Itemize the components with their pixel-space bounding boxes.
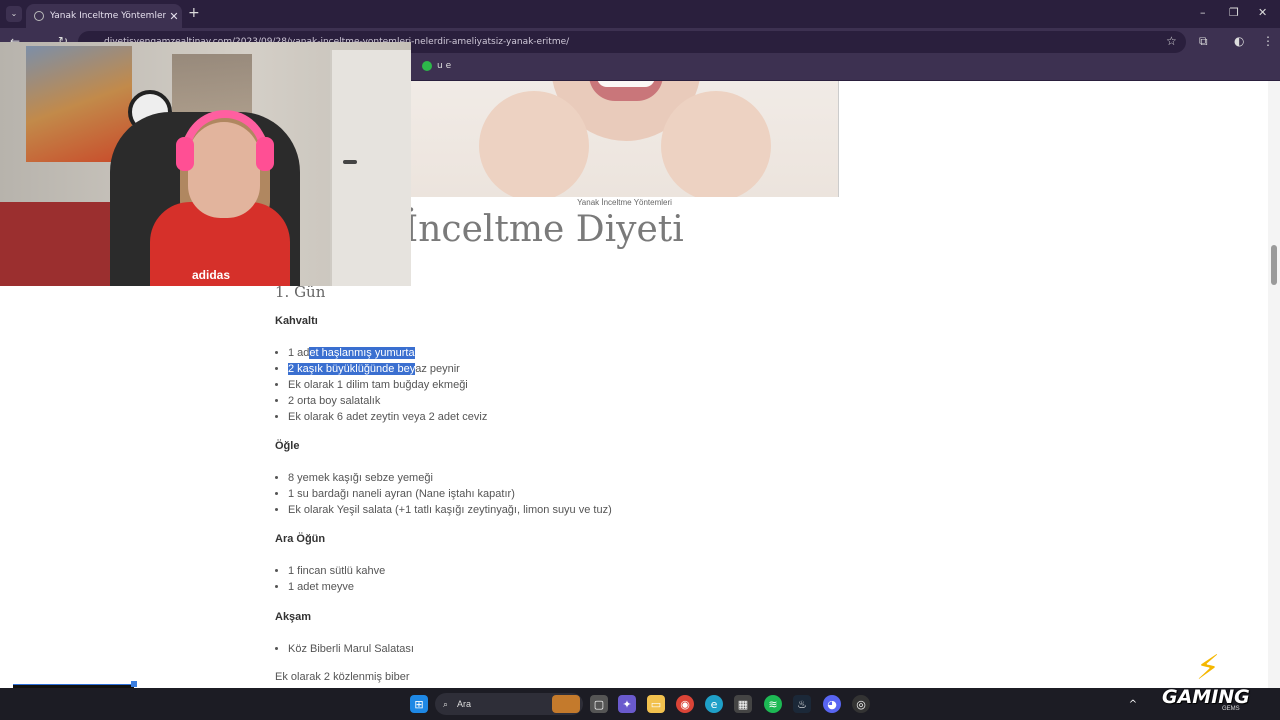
- maximize-icon[interactable]: ❐: [1229, 6, 1239, 19]
- tab-bar: ⌄ Yanak İnceltme Yöntemleri Nele ✕ + – ❐…: [0, 0, 1280, 28]
- list-item: Ek olarak 6 adet zeytin veya 2 adet cevi…: [288, 409, 487, 425]
- headset-ear-right: [256, 137, 274, 171]
- store-icon[interactable]: ▦: [734, 695, 752, 713]
- discord-icon[interactable]: ◕: [823, 695, 841, 713]
- preview-marker: [131, 681, 137, 687]
- list-item: 1 su bardağı naneli ayran (Nane iştahı k…: [288, 486, 612, 502]
- list-item: 1 adet haşlanmış yumurta: [288, 345, 487, 361]
- snack-list: 1 fincan sütlü kahve 1 adet meyve: [275, 563, 385, 595]
- right-hand-graphic: [661, 91, 771, 197]
- windows-start-icon[interactable]: ⊞: [410, 695, 428, 713]
- left-hand-graphic: [479, 91, 589, 197]
- list-item: 1 adet meyve: [288, 579, 385, 595]
- copilot-icon[interactable]: ✦: [618, 695, 636, 713]
- close-tab-icon[interactable]: ✕: [166, 10, 182, 23]
- paragraph: Ek olarak 2 közlenmiş biber: [275, 671, 410, 683]
- obs-icon[interactable]: ◎: [852, 695, 870, 713]
- gaming-logo-subtext: GEMS: [1222, 706, 1240, 712]
- tab-title: Yanak İnceltme Yöntemleri Nele: [50, 11, 166, 21]
- close-window-icon[interactable]: ✕: [1258, 6, 1267, 19]
- article-image: [411, 81, 839, 197]
- search-icon: ⌕: [443, 699, 449, 709]
- search-label: Ara: [457, 699, 472, 709]
- gaming-logo-text: GAMING: [1162, 686, 1250, 708]
- edge-icon[interactable]: e: [705, 695, 723, 713]
- article-heading: İnceltme Diyeti: [404, 209, 684, 250]
- list-item: 1 fincan sütlü kahve: [288, 563, 385, 579]
- list-item: 8 yemek kaşığı sebze yemeği: [288, 470, 612, 486]
- new-tab-icon[interactable]: +: [188, 5, 200, 21]
- browser-tab[interactable]: Yanak İnceltme Yöntemleri Nele ✕: [26, 4, 182, 28]
- scroll-thumb[interactable]: [1271, 245, 1277, 285]
- image-caption: Yanak İnceltme Yöntemleri: [577, 198, 672, 207]
- task-view-icon[interactable]: ▢: [590, 695, 608, 713]
- headset-ear-left: [176, 137, 194, 171]
- tab-search-icon[interactable]: ⌄: [6, 6, 22, 22]
- list-item: Ek olarak 1 dilim tam buğday ekmeği: [288, 377, 487, 393]
- chrome-icon[interactable]: ◉: [676, 695, 694, 713]
- list-item: 2 kaşık büyüklüğünde beyaz peynir: [288, 361, 487, 377]
- section-title-breakfast: Kahvaltı: [275, 315, 318, 327]
- file-explorer-icon[interactable]: ▭: [647, 695, 665, 713]
- door: [330, 50, 411, 286]
- extensions-icon[interactable]: ⧉: [1199, 34, 1208, 49]
- door-handle: [343, 160, 357, 164]
- widget-icon[interactable]: [552, 695, 580, 713]
- bookmark-label: u e: [437, 61, 452, 71]
- list-item: Ek olarak Yeşil salata (+1 tatlı kaşığı …: [288, 502, 612, 518]
- lightning-bolt-icon: ⚡: [1196, 648, 1220, 688]
- list-item: 2 orta boy salatalık: [288, 393, 487, 409]
- steam-icon[interactable]: ♨: [793, 695, 811, 713]
- spotify-icon[interactable]: ≋: [764, 695, 782, 713]
- bookmark-favicon-icon: [422, 61, 432, 71]
- teeth-graphic: [597, 81, 655, 87]
- webcam-overlay: adidas: [0, 42, 411, 286]
- bookmark-item[interactable]: u e: [422, 61, 451, 71]
- profile-icon[interactable]: ◐: [1234, 34, 1244, 48]
- bookmark-star-icon[interactable]: ☆: [1166, 34, 1177, 48]
- dinner-list: Köz Biberli Marul Salatası: [275, 641, 414, 657]
- section-title-lunch: Öğle: [275, 440, 300, 452]
- menu-icon[interactable]: ⋮: [1262, 34, 1274, 48]
- breakfast-list: 1 adet haşlanmış yumurta 2 kaşık büyüklü…: [275, 345, 487, 425]
- minimize-icon[interactable]: –: [1200, 6, 1206, 19]
- globe-icon: [34, 11, 44, 21]
- list-item: Köz Biberli Marul Salatası: [288, 641, 414, 657]
- lunch-list: 8 yemek kaşığı sebze yemeği 1 su bardağı…: [275, 470, 612, 518]
- taskbar: [0, 688, 1280, 720]
- gaming-logo: ⚡ GAMING GEMS: [1162, 648, 1272, 712]
- shirt-brand-text: adidas: [192, 268, 231, 282]
- page-scrollbar[interactable]: [1268, 81, 1280, 688]
- section-title-snack: Ara Öğün: [275, 533, 326, 545]
- tray-chevron-icon[interactable]: ^: [1124, 695, 1142, 713]
- section-title-dinner: Akşam: [275, 611, 312, 623]
